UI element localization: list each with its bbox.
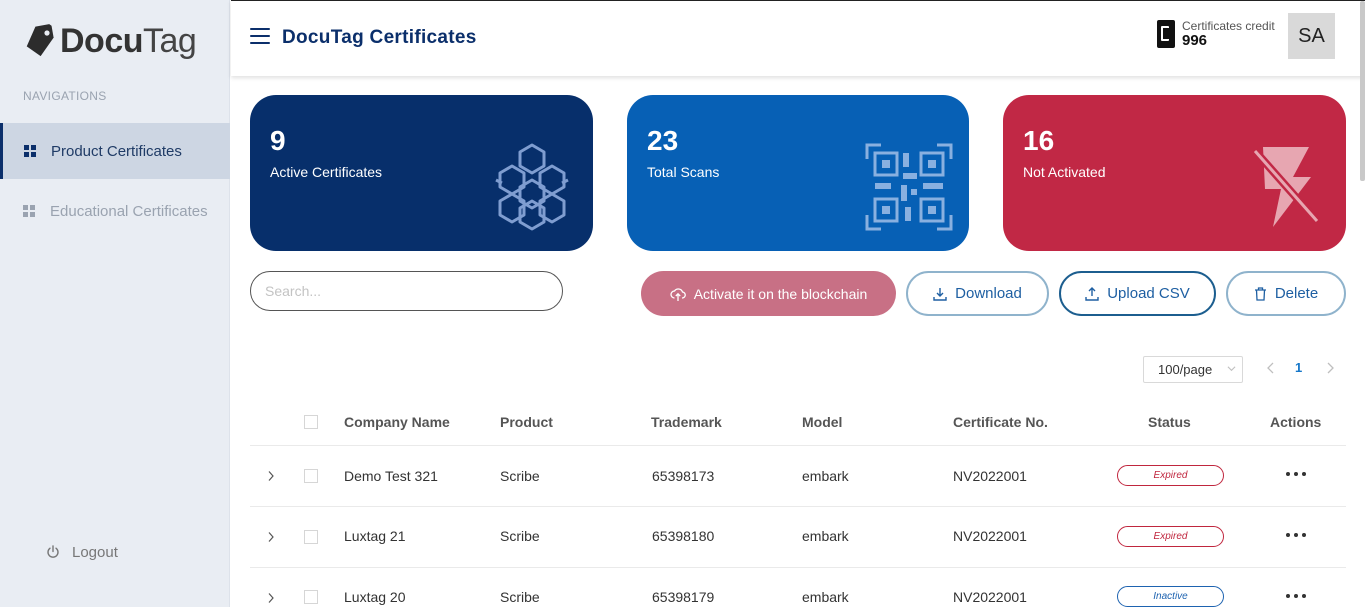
- credit-value: 996: [1182, 32, 1208, 49]
- status-badge: Expired: [1117, 465, 1224, 486]
- trash-icon: [1254, 286, 1266, 301]
- activate-label: Activate it on the blockchain: [693, 285, 868, 302]
- stat-value: 23: [647, 125, 679, 156]
- row-checkbox[interactable]: [304, 469, 318, 483]
- docutag-logo[interactable]: DocuTag: [24, 18, 197, 64]
- activate-blockchain-button[interactable]: Activate it on the blockchain: [641, 271, 896, 316]
- cell-company: Luxtag 21: [344, 528, 406, 544]
- cell-product: Scribe: [500, 589, 540, 605]
- cell-trademark: 65398173: [652, 468, 715, 484]
- stat-label: Active Certificates: [270, 164, 383, 180]
- download-button[interactable]: Download: [906, 271, 1049, 316]
- upload-csv-button[interactable]: Upload CSV: [1059, 271, 1216, 316]
- cell-model: embark: [802, 468, 849, 484]
- column-header-company[interactable]: Company Name: [344, 414, 450, 430]
- column-header-model[interactable]: Model: [802, 414, 842, 430]
- stat-card-active-certificates: 9 Active Certificates: [250, 95, 593, 251]
- cell-certificate: NV2022001: [953, 468, 1027, 484]
- lightning-off-icon: [1252, 147, 1320, 227]
- cell-certificate: NV2022001: [953, 528, 1027, 544]
- logout-label: Logout: [72, 543, 118, 561]
- menu-toggle-icon[interactable]: [250, 28, 270, 46]
- row-checkbox[interactable]: [304, 530, 318, 544]
- logout-button[interactable]: Logout: [46, 538, 118, 566]
- select-all-checkbox[interactable]: [304, 415, 318, 429]
- qr-code-icon: [865, 143, 953, 231]
- chevron-right-icon[interactable]: [267, 470, 275, 482]
- sidebar-item-educational-certificates[interactable]: Educational Certificates: [0, 183, 230, 239]
- table-row[interactable]: Luxtag 21 Scribe 65398180 embark NV20220…: [250, 507, 1346, 568]
- stat-value: 9: [270, 125, 286, 156]
- grid-icon: [23, 204, 36, 218]
- cell-certificate: NV2022001: [953, 589, 1027, 605]
- cell-product: Scribe: [500, 528, 540, 544]
- sidebar-item-product-certificates[interactable]: Product Certificates: [0, 123, 230, 179]
- certificates-credit: Certificates credit 996: [1156, 19, 1275, 49]
- sidebar-item-label: Product Certificates: [51, 142, 182, 160]
- cell-product: Scribe: [500, 468, 540, 484]
- column-header-actions: Actions: [1270, 414, 1322, 430]
- stat-label: Not Activated: [1023, 164, 1106, 180]
- user-avatar[interactable]: SA: [1288, 13, 1335, 59]
- table-row[interactable]: Demo Test 321 Scribe 65398173 embark NV2…: [250, 446, 1346, 507]
- delete-button[interactable]: Delete: [1226, 271, 1346, 316]
- more-actions-icon[interactable]: [1286, 533, 1306, 539]
- download-icon: [933, 287, 947, 301]
- download-label: Download: [955, 285, 1022, 302]
- sidebar: DocuTag NAVIGATIONS Product Certificates…: [0, 0, 230, 607]
- cell-trademark: 65398180: [652, 528, 715, 544]
- navigation-caption: NAVIGATIONS: [23, 89, 107, 103]
- row-checkbox[interactable]: [304, 590, 318, 604]
- power-icon: [47, 545, 59, 558]
- stat-value: 16: [1023, 125, 1055, 156]
- chevron-right-icon[interactable]: [267, 531, 275, 543]
- cell-company: Luxtag 20: [344, 589, 406, 605]
- status-badge: Inactive: [1117, 586, 1224, 607]
- page-size-value: 100/page: [1158, 362, 1213, 377]
- next-page-icon[interactable]: [1323, 360, 1337, 376]
- credit-card-icon: [1157, 20, 1175, 48]
- table-header: Company Name Product Trademark Model Cer…: [250, 400, 1346, 446]
- status-badge: Expired: [1117, 526, 1224, 547]
- upload-label: Upload CSV: [1107, 285, 1190, 302]
- column-header-product[interactable]: Product: [500, 414, 553, 430]
- scrollbar[interactable]: [1360, 1, 1365, 181]
- chevron-right-icon[interactable]: [267, 592, 275, 604]
- more-actions-icon[interactable]: [1286, 472, 1306, 478]
- search-input[interactable]: [250, 271, 563, 311]
- tag-logo-icon: [26, 24, 54, 57]
- cell-model: embark: [802, 589, 849, 605]
- stat-label: Total Scans: [647, 164, 720, 180]
- grid-icon: [24, 144, 37, 158]
- column-header-certificate[interactable]: Certificate No.: [953, 414, 1048, 430]
- page-size-select[interactable]: 100/page: [1143, 356, 1243, 383]
- top-bar: DocuTag Certificates Certificates credit…: [231, 0, 1365, 181]
- cubes-network-icon: [495, 143, 569, 231]
- stat-card-not-activated: 16 Not Activated: [1003, 95, 1346, 251]
- cell-company: Demo Test 321: [344, 468, 438, 484]
- more-actions-icon[interactable]: [1286, 594, 1306, 600]
- cell-trademark: 65398179: [652, 589, 715, 605]
- column-header-status[interactable]: Status: [1148, 414, 1191, 430]
- chevron-down-icon: [1227, 366, 1236, 372]
- sidebar-item-label: Educational Certificates: [50, 202, 208, 220]
- credit-label: Certificates credit: [1182, 19, 1275, 33]
- upload-icon: [1085, 286, 1099, 301]
- cell-model: embark: [802, 528, 849, 544]
- logo-text: DocuTag: [60, 22, 197, 60]
- page-number-current[interactable]: 1: [1295, 360, 1302, 375]
- previous-page-icon[interactable]: [1264, 360, 1278, 376]
- delete-label: Delete: [1274, 285, 1319, 302]
- table-row[interactable]: Luxtag 20 Scribe 65398179 embark NV20220…: [250, 568, 1346, 607]
- stat-card-total-scans: 23 Total Scans: [627, 95, 969, 251]
- cloud-upload-icon: [670, 287, 686, 301]
- page-title: DocuTag Certificates: [282, 27, 477, 48]
- column-header-trademark[interactable]: Trademark: [651, 414, 722, 430]
